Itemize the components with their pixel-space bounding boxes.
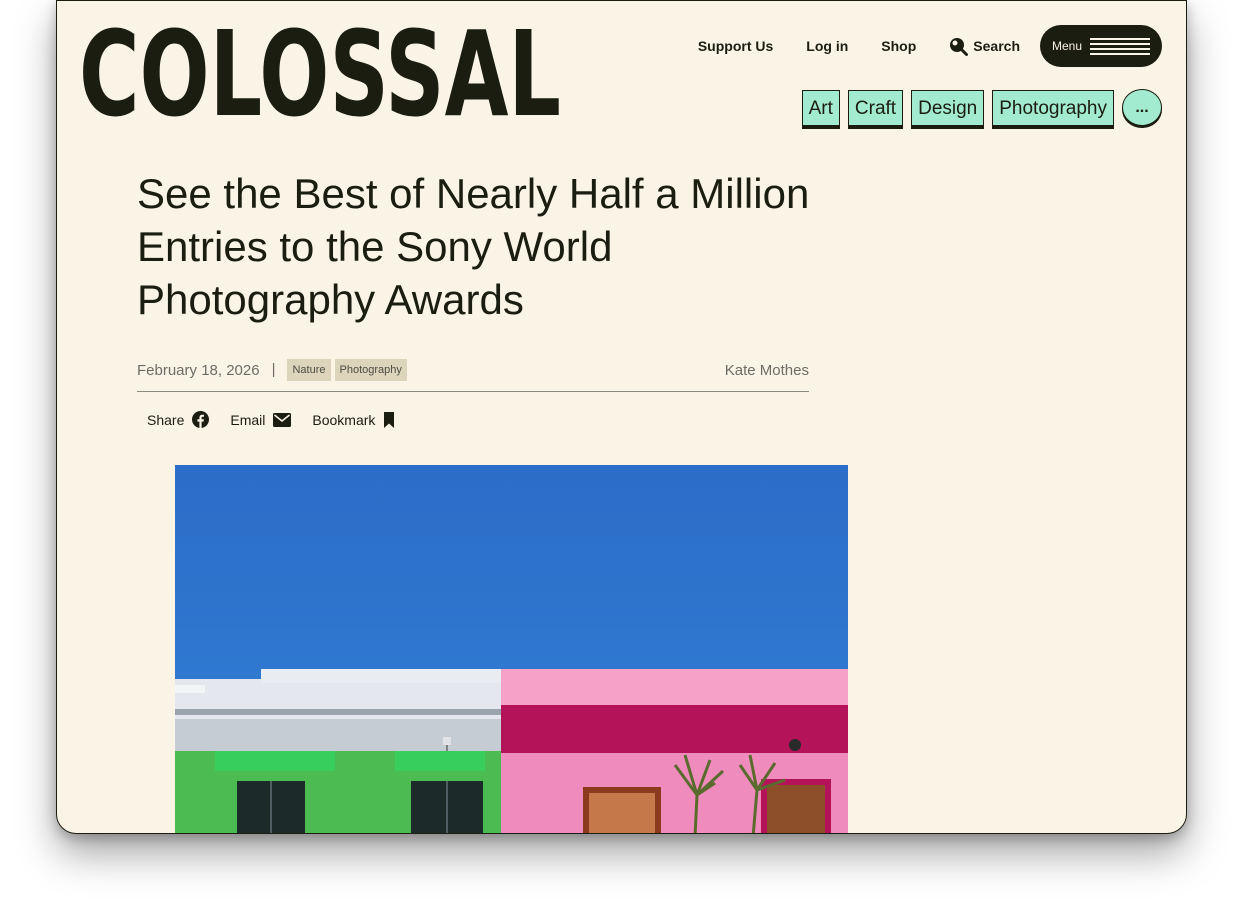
menu-label: Menu — [1052, 39, 1083, 53]
hamburger-icon — [1090, 38, 1151, 55]
top-navigation: Support Us Log in Shop Search Menu — [698, 25, 1162, 67]
category-craft[interactable]: Craft — [847, 89, 904, 126]
svg-text:COLOSSAL: COLOSSAL — [79, 19, 561, 123]
search-icon — [950, 37, 969, 56]
share-label: Share — [147, 411, 185, 428]
envelope-icon — [273, 412, 292, 427]
bookmark-label: Bookmark — [312, 411, 376, 428]
email-button[interactable]: Email — [230, 411, 292, 428]
category-photography[interactable]: Photography — [992, 89, 1114, 126]
share-button[interactable]: Share — [147, 411, 210, 428]
article-actions: Share Email Bookmark — [147, 411, 416, 428]
meta-separator: | — [271, 361, 276, 378]
article-hero-image[interactable] — [175, 465, 848, 833]
more-categories-button[interactable]: ... — [1122, 89, 1162, 126]
colossal-logo[interactable]: COLOSSAL — [79, 19, 564, 123]
article-meta: February 18, 2026 | Nature Photography K… — [137, 357, 809, 392]
tag-nature[interactable]: Nature — [287, 359, 331, 381]
author-link[interactable]: Kate Mothes — [725, 362, 809, 379]
browser-window: COLOSSAL Support Us Log in Shop Search M… — [56, 0, 1187, 834]
photo-colorful-buildings — [175, 465, 848, 833]
log-in-link[interactable]: Log in — [806, 38, 848, 54]
category-art[interactable]: Art — [801, 89, 840, 126]
search-button[interactable]: Search — [949, 37, 1020, 56]
category-nav: Art Craft Design Photography ... — [794, 89, 1162, 126]
article-title: See the Best of Nearly Half a Million En… — [137, 170, 810, 323]
shop-link[interactable]: Shop — [881, 38, 916, 54]
publish-date: February 18, 2026 — [137, 362, 260, 379]
search-label: Search — [973, 38, 1020, 54]
bookmark-icon — [384, 411, 395, 428]
email-label: Email — [230, 411, 266, 428]
tag-photography[interactable]: Photography — [334, 359, 407, 381]
support-us-link[interactable]: Support Us — [698, 38, 773, 54]
category-design[interactable]: Design — [911, 89, 985, 126]
facebook-icon — [192, 411, 210, 428]
menu-button[interactable]: Menu — [1040, 25, 1162, 67]
bookmark-button[interactable]: Bookmark — [312, 411, 395, 428]
